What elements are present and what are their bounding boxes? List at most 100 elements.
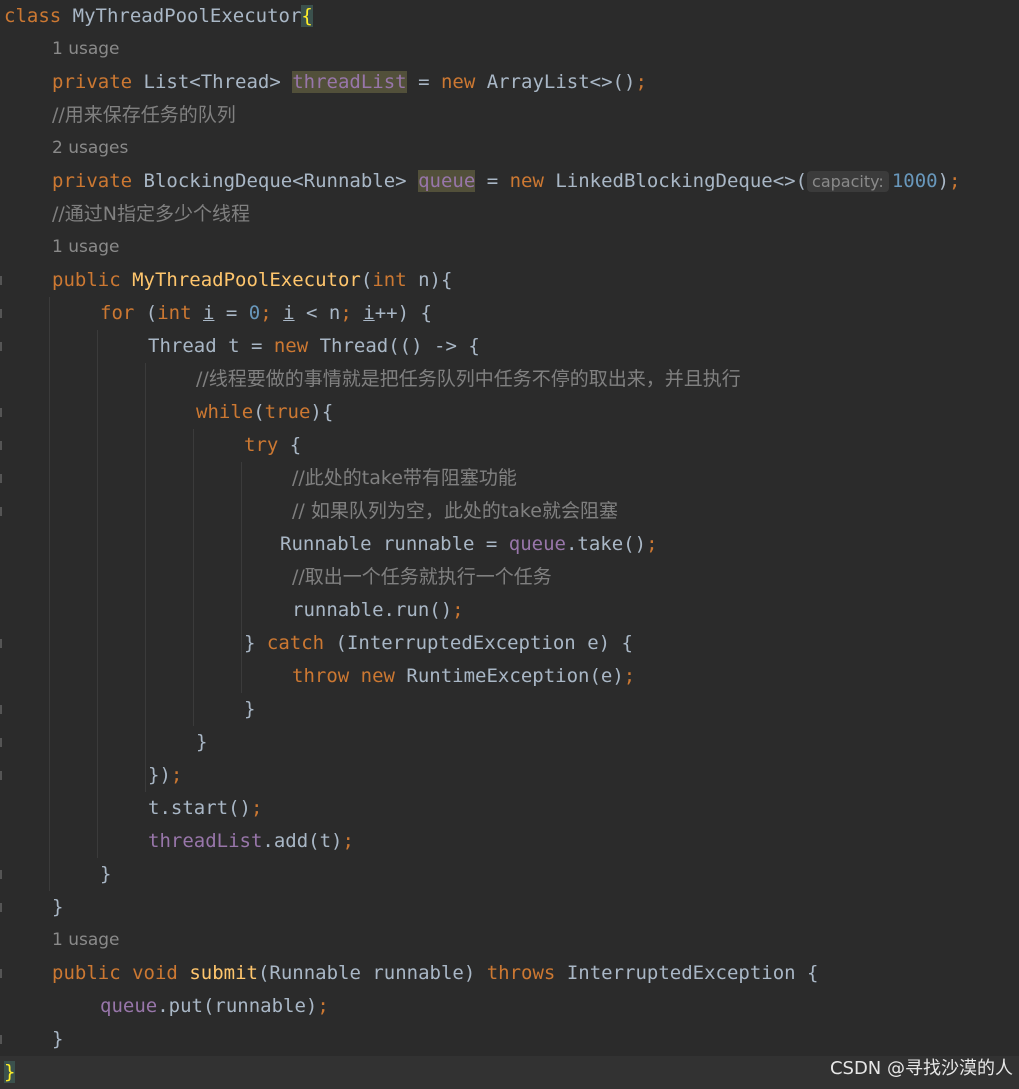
code-token: queue xyxy=(100,995,158,1017)
code-token: MyThreadPoolExecutor xyxy=(132,269,361,291)
usage-hint[interactable]: 1 usage xyxy=(52,33,120,66)
code-token: new xyxy=(440,71,476,93)
code-token: { xyxy=(278,434,302,456)
usage-hint[interactable]: 2 usages xyxy=(52,132,128,165)
fold-marker[interactable] xyxy=(0,639,2,648)
fold-marker[interactable] xyxy=(0,507,2,516)
code-token: ; xyxy=(170,764,183,786)
code-token: ; xyxy=(317,995,329,1017)
code-token: threadList xyxy=(148,830,263,852)
code-token: ( xyxy=(360,269,373,291)
code-line: } xyxy=(244,693,255,726)
usage-hint-text[interactable]: 1 usage xyxy=(52,930,120,950)
fold-marker[interactable] xyxy=(0,705,2,714)
code-token: 0 xyxy=(248,302,261,324)
code-token: i xyxy=(283,302,295,324)
code-line: public MyThreadPoolExecutor(int n){ xyxy=(52,264,452,297)
fold-marker[interactable] xyxy=(0,969,2,978)
indent-guide xyxy=(97,330,98,858)
code-line: //通过N指定多少个线程 xyxy=(52,198,250,231)
code-token: = xyxy=(406,71,441,93)
code-line: public void submit(Runnable runnable) th… xyxy=(52,957,818,990)
code-line: throw new RuntimeException(e); xyxy=(292,660,635,693)
indent-guide xyxy=(241,462,242,693)
code-token: ; xyxy=(452,599,464,621)
code-token: ; xyxy=(635,71,647,93)
fold-marker[interactable] xyxy=(0,738,2,747)
code-token: //线程要做的事情就是把任务队列中任务不停的取出来，并且执行 xyxy=(196,368,741,390)
code-token: while xyxy=(196,401,254,423)
code-line: queue.put(runnable); xyxy=(100,990,329,1023)
indent-guide xyxy=(49,297,50,891)
code-token: InterruptedException { xyxy=(555,962,819,984)
usage-hint[interactable]: 1 usage xyxy=(52,231,120,264)
code-token: } xyxy=(4,1061,16,1083)
code-token: Thread t = xyxy=(148,335,274,357)
code-token: //用来保存任务的队列 xyxy=(52,104,236,126)
fold-marker[interactable] xyxy=(0,903,2,912)
code-line: }); xyxy=(148,759,182,792)
fold-marker[interactable] xyxy=(0,408,2,417)
code-token: } xyxy=(100,863,112,885)
code-token: i xyxy=(203,302,215,324)
code-token: } xyxy=(244,632,267,654)
fold-marker[interactable] xyxy=(0,342,2,351)
code-token: //取出一个任务就执行一个任务 xyxy=(292,566,552,588)
code-token: new xyxy=(360,665,395,687)
code-token: new xyxy=(273,335,309,357)
code-token: } xyxy=(52,1028,64,1050)
code-token: submit xyxy=(189,962,258,984)
code-token: ( xyxy=(253,401,265,423)
code-line: Runnable runnable = queue.take(); xyxy=(280,528,658,561)
code-token: } xyxy=(244,698,256,720)
code-token: RuntimeException(e) xyxy=(394,665,624,687)
fold-marker[interactable] xyxy=(0,309,2,318)
code-token: LinkedBlockingDeque<>( xyxy=(543,170,808,192)
usage-hint[interactable]: 1 usage xyxy=(52,924,120,957)
code-token: ; xyxy=(646,533,658,555)
code-token: Runnable runnable = xyxy=(280,533,509,555)
usage-hint-text[interactable]: 1 usage xyxy=(52,39,120,59)
fold-marker[interactable] xyxy=(0,276,2,285)
code-token: ArrayList<>() xyxy=(475,71,636,93)
code-token: ; xyxy=(949,170,961,192)
code-token: public xyxy=(52,269,121,291)
code-token: }) xyxy=(148,764,171,786)
code-token: ; xyxy=(250,797,263,819)
fold-marker[interactable] xyxy=(0,441,2,450)
code-line: //取出一个任务就执行一个任务 xyxy=(292,561,552,594)
code-line: Thread t = new Thread(() -> { xyxy=(148,330,480,363)
fold-marker[interactable] xyxy=(0,870,2,879)
usage-hint-text[interactable]: 2 usages xyxy=(52,138,128,158)
code-token: ( xyxy=(134,302,158,324)
code-token: { xyxy=(301,5,313,27)
code-token: private xyxy=(52,71,133,93)
code-line: } xyxy=(196,726,207,759)
code-token: runnable.run() xyxy=(292,599,453,621)
code-token: ; xyxy=(342,830,354,852)
code-token: ; xyxy=(260,302,284,324)
code-token: } xyxy=(196,731,208,753)
code-token: queue xyxy=(418,170,476,192)
code-token: (InterruptedException e) { xyxy=(324,632,633,654)
code-token: Thread(() -> { xyxy=(308,335,480,357)
code-line: try { xyxy=(244,429,301,462)
code-token: .take() xyxy=(565,533,647,555)
fold-marker[interactable] xyxy=(0,474,2,483)
code-token: void xyxy=(132,962,178,984)
usage-hint-text[interactable]: 1 usage xyxy=(52,237,120,257)
code-token: BlockingDeque<Runnable> xyxy=(132,170,419,192)
code-editor[interactable]: class MyThreadPoolExecutor{1 usage privat… xyxy=(0,0,1019,1089)
fold-marker[interactable] xyxy=(0,1035,2,1044)
code-token: List<Thread> xyxy=(132,71,293,93)
fold-marker[interactable] xyxy=(0,771,2,780)
code-token: true xyxy=(264,401,311,423)
code-line: private List<Thread> threadList = new Ar… xyxy=(52,66,647,99)
code-token: ; xyxy=(340,302,364,324)
code-token: throws xyxy=(486,962,556,984)
